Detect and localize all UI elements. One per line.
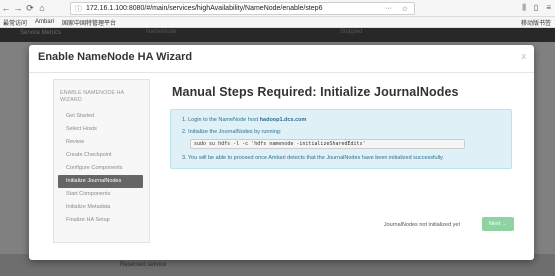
step-review[interactable]: Review bbox=[58, 136, 143, 149]
instructions-box: 1. Login to the NameNode host hadoop1.dc… bbox=[170, 109, 512, 169]
bookmark-platform[interactable]: 国家中国特管理平台 bbox=[62, 18, 116, 27]
step-get-started[interactable]: Get Started bbox=[58, 110, 143, 123]
bookmark-ambari[interactable]: Ambari bbox=[35, 19, 54, 25]
wizard-modal: Enable NameNode HA Wizard x ENABLE NAMEN… bbox=[29, 45, 534, 260]
modal-title: Enable NameNode HA Wizard bbox=[38, 51, 193, 63]
reload-icon[interactable]: ⟳ bbox=[24, 3, 36, 14]
step-initialize-journalnodes[interactable]: Initialize JournalNodes bbox=[58, 175, 143, 188]
modal-header: Enable NameNode HA Wizard x bbox=[29, 45, 534, 73]
url-text: 172.16.1.100:8080/#/main/services/highAv… bbox=[86, 5, 323, 12]
library-icon[interactable]: ⫼ bbox=[522, 3, 526, 13]
instruction-step-1: 1. Login to the NameNode host hadoop1.dc… bbox=[182, 117, 306, 123]
info-icon[interactable]: ⓘ bbox=[75, 4, 82, 14]
bookmarks-bar: 最常访问 Ambari 国家中国特管理平台 移动版书签 bbox=[0, 17, 555, 28]
url-bar[interactable]: ⓘ 172.16.1.100:8080/#/main/services/high… bbox=[70, 2, 415, 15]
step1-text: 1. Login to the NameNode host bbox=[182, 117, 260, 123]
bookmark-star-icon[interactable]: ☆ bbox=[402, 5, 408, 13]
forward-icon[interactable]: → bbox=[12, 3, 24, 13]
command-box[interactable]: sudo su hdfs -l -c 'hdfs namenode -initi… bbox=[190, 139, 465, 149]
page-actions-menu[interactable]: ··· bbox=[385, 5, 392, 12]
back-icon[interactable]: ← bbox=[0, 3, 12, 13]
step-create-checkpoint[interactable]: Create Checkpoint bbox=[58, 149, 143, 162]
instruction-step-3: 3. You will be able to proceed once Amba… bbox=[182, 155, 444, 161]
menu-icon[interactable]: ≡ bbox=[546, 3, 551, 13]
status-text: JournalNodes not initialized yet bbox=[383, 222, 460, 228]
instruction-step-2: 2. Initialize the JournalNodes by runnin… bbox=[182, 129, 282, 135]
step-initialize-metadata[interactable]: Initialize Metadata bbox=[58, 201, 143, 214]
step-select-hosts[interactable]: Select Hosts bbox=[58, 123, 143, 136]
content-title: Manual Steps Required: Initialize Journa… bbox=[172, 85, 459, 99]
close-icon[interactable]: x bbox=[522, 51, 527, 61]
sidebar-header: ENABLE NAMENODE HA WIZARD bbox=[60, 90, 124, 103]
sidebar-icon[interactable]: ▯ bbox=[534, 3, 538, 13]
step-finalize-ha-setup[interactable]: Finalize HA Setup bbox=[58, 214, 143, 227]
toolbar-right-buttons: ⫼ ▯ ≡ bbox=[522, 3, 551, 13]
mobile-bookmarks[interactable]: 移动版书签 bbox=[521, 18, 551, 27]
next-button[interactable]: Next → bbox=[482, 217, 514, 231]
home-icon[interactable]: ⌂ bbox=[36, 3, 48, 13]
wizard-sidebar: ENABLE NAMENODE HA WIZARD Get Started Se… bbox=[53, 79, 150, 243]
namenode-host: hadoop1.dcs.com bbox=[259, 117, 307, 123]
step-configure-components[interactable]: Configure Components bbox=[58, 162, 143, 175]
bookmark-most-visited[interactable]: 最常访问 bbox=[3, 18, 27, 27]
step-start-components[interactable]: Start Components bbox=[58, 188, 143, 201]
wizard-content: Manual Steps Required: Initialize Journa… bbox=[170, 79, 518, 249]
browser-toolbar: ← → ⟳ ⌂ ⓘ 172.16.1.100:8080/#/main/servi… bbox=[0, 0, 555, 17]
